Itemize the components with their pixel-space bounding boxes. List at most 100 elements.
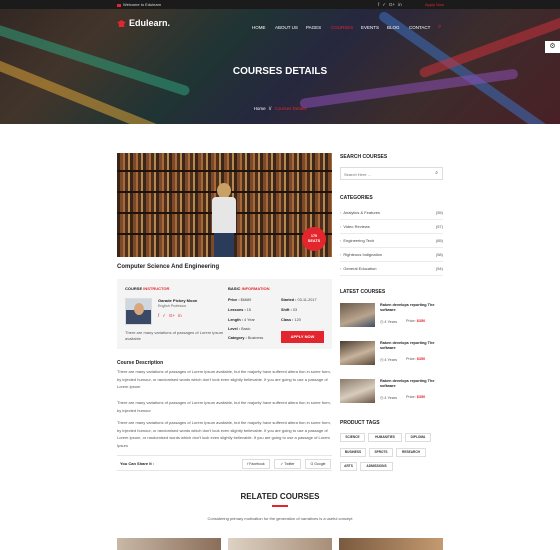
latest-courses-title: LATEST COURSES: [340, 289, 386, 295]
tag[interactable]: RESEARCH: [396, 448, 426, 457]
share-facebook-button[interactable]: f Facebook: [242, 459, 270, 469]
started-info: Started : 03-11-2017: [281, 298, 317, 302]
title-underline: [272, 505, 288, 507]
latest-course-title[interactable]: Raken develops reporting The software: [380, 379, 443, 389]
apply-now-button[interactable]: APPLY NOW: [281, 331, 324, 343]
twitter-icon[interactable]: ✓: [382, 2, 386, 7]
latest-course-thumb[interactable]: [340, 303, 375, 327]
linkedin-icon[interactable]: in: [178, 313, 182, 318]
tag[interactable]: BUSINESS: [340, 448, 366, 457]
welcome-text: Welcome to Edulearn: [117, 2, 161, 7]
related-course-image[interactable]: [339, 538, 443, 550]
seats-count: 170: [310, 234, 318, 238]
instructor-avatar: [125, 298, 152, 325]
breadcrumb-home[interactable]: Home: [254, 106, 266, 111]
share-google-button[interactable]: G Google: [305, 459, 331, 469]
description-paragraph: There are many variations of passages of…: [117, 400, 331, 413]
level-info: Level : Basic: [228, 327, 251, 331]
nav-item-home[interactable]: HOME: [252, 25, 266, 30]
tag[interactable]: HUMANITIES: [368, 433, 402, 442]
breadcrumb-current: Courses Details: [274, 106, 307, 111]
settings-gear-icon[interactable]: ⚙: [545, 41, 560, 53]
description-title: Course Description: [117, 360, 164, 366]
instructor-name: Garade Pickey Moon: [158, 298, 198, 303]
description-paragraph: There are many variations of passages of…: [117, 420, 331, 448]
related-course-image[interactable]: [117, 538, 221, 550]
latest-course-thumb[interactable]: [340, 341, 375, 365]
search-input[interactable]: [344, 170, 429, 178]
tag[interactable]: ARTS: [340, 462, 357, 471]
category-item[interactable]: General Education(54): [340, 262, 443, 276]
latest-course-item[interactable]: Raken develops reporting The software ◷ …: [340, 303, 443, 333]
envelope-icon: [117, 3, 121, 7]
course-info-box: COURSE INSTRUCTOR Garade Pickey Moon Eng…: [117, 279, 332, 349]
category-item[interactable]: Video Reviews(57): [340, 220, 443, 234]
latest-course-title[interactable]: Raken develops reporting The software: [380, 303, 443, 313]
hero-bg-pencil: [0, 19, 191, 97]
twitter-icon[interactable]: ✓: [162, 313, 166, 318]
length-info: Length : 4 Year: [228, 318, 255, 322]
bookshelf-line: [117, 170, 332, 172]
related-courses-title: RELATED COURSES: [240, 492, 320, 501]
shift-info: Shift : 03: [281, 308, 298, 312]
nav-item-contact[interactable]: CONTACT: [409, 25, 430, 30]
nav-item-pages[interactable]: PAGES: [306, 25, 321, 30]
course-image: [117, 153, 332, 257]
latest-course-thumb[interactable]: [340, 379, 375, 403]
nav-item-courses[interactable]: COURSES: [331, 25, 353, 30]
class-info: Class : 120: [281, 318, 301, 322]
share-twitter-button[interactable]: ✓ Twitter: [274, 459, 301, 469]
course-title: Computer Science And Engineering: [117, 264, 220, 270]
instructor-description: There are many variations of passages of…: [125, 330, 224, 341]
lessons-info: Lessons : 15: [228, 308, 252, 312]
category-item[interactable]: Engineering Tech(85): [340, 234, 443, 248]
seats-label: SEATS: [307, 239, 321, 243]
category-item[interactable]: Righteous Indignation(58): [340, 248, 443, 262]
search-box: ⌕: [340, 167, 443, 180]
related-courses-subtitle: Considering primary motivation for the g…: [207, 516, 353, 521]
price: Price: $350: [406, 357, 426, 361]
top-bar: Welcome to Edulearn f ✓ G+ in Apply Now: [0, 0, 560, 9]
facebook-icon[interactable]: f: [158, 313, 159, 318]
seats-badge: 170 SEATS: [302, 227, 326, 251]
latest-course-title[interactable]: Raken develops reporting The software: [380, 341, 443, 351]
breadcrumb-separator: //: [268, 106, 272, 111]
share-bar: You Can Share It : f Facebook ✓ Twitter …: [117, 455, 332, 471]
top-apply-link[interactable]: Apply Now: [425, 2, 444, 7]
price: Price: $350: [406, 319, 426, 323]
welcome-label: Welcome to Edulearn: [123, 2, 162, 7]
tag[interactable]: ADMISSIONS: [360, 462, 393, 471]
basic-info-heading: BASIC INFORMATION: [228, 286, 270, 291]
linkedin-icon[interactable]: in: [398, 2, 402, 7]
instructor-role: English Professor: [158, 304, 187, 308]
latest-course-item[interactable]: Raken develops reporting The software ◷ …: [340, 379, 443, 409]
facebook-icon[interactable]: f: [378, 2, 379, 7]
duration: ◷ 4 Years: [380, 320, 398, 324]
instructor-heading: COURSE INSTRUCTOR: [125, 286, 170, 291]
site-logo[interactable]: Edulearn.: [117, 18, 170, 28]
nav-item-about-us[interactable]: ABOUT US: [275, 25, 298, 30]
tag[interactable]: SPROTS: [369, 448, 393, 457]
categories-title: CATEGORIES: [340, 195, 373, 201]
tag[interactable]: SCIENCE: [340, 433, 365, 442]
tag[interactable]: DIPLOMA: [405, 433, 431, 442]
boy-figure: [210, 183, 238, 257]
duration: ◷ 4 Years: [380, 358, 398, 362]
duration: ◷ 4 Years: [380, 396, 398, 400]
nav-search-icon[interactable]: ⌕: [438, 24, 441, 31]
nav-item-blog[interactable]: BLOG: [387, 25, 400, 30]
logo-text: Edulearn.: [129, 18, 171, 28]
google-plus-icon[interactable]: G+: [389, 2, 395, 7]
search-icon[interactable]: ⌕: [435, 170, 438, 176]
top-social-links: f ✓ G+ in: [378, 2, 405, 8]
nav-item-events[interactable]: EVENTS: [361, 25, 379, 30]
related-course-image[interactable]: [228, 538, 332, 550]
google-plus-icon[interactable]: G+: [169, 313, 175, 318]
search-courses-title: SEARCH COURSES: [340, 154, 388, 160]
category-item[interactable]: Analytics & Features(55): [340, 206, 443, 220]
breadcrumb: Home // Courses Details: [0, 106, 560, 111]
product-tags-title: PRODUCT TAGS: [340, 420, 380, 426]
price-info: Price : $6689: [228, 298, 252, 302]
latest-course-item[interactable]: Raken develops reporting The software ◷ …: [340, 341, 443, 371]
description-paragraph: There are many variations of passages of…: [117, 369, 331, 389]
